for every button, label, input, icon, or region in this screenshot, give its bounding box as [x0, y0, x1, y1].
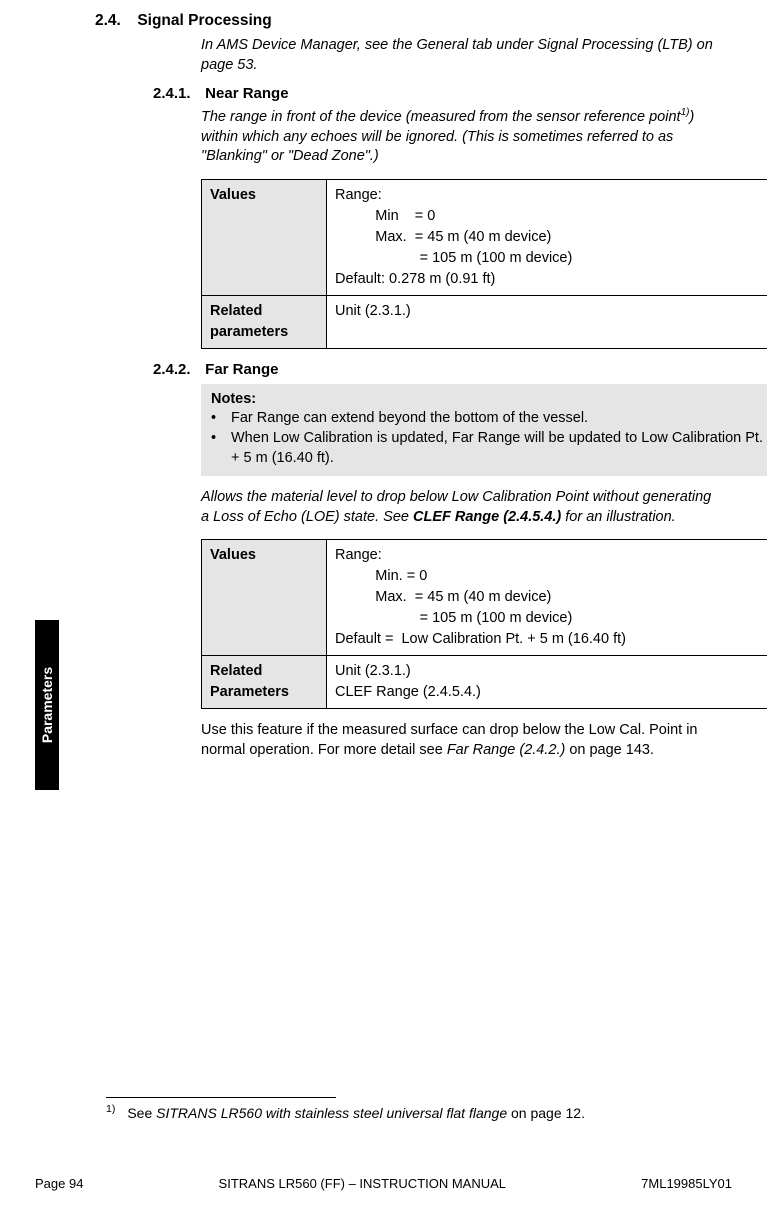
table-near-range: Values Range: Min = 0 Max. = 45 m (40 m …	[201, 179, 767, 349]
intro-2-4: In AMS Device Manager, see the General t…	[201, 36, 722, 75]
footnote-separator	[106, 1097, 336, 1098]
cell-related-content: Unit (2.3.1.) CLEF Range (2.4.5.4.)	[327, 656, 767, 709]
note-item: •When Low Calibration is updated, Far Ra…	[211, 429, 767, 468]
heading-num: 2.4.1.	[153, 85, 201, 102]
heading-num: 2.4.2.	[153, 361, 201, 378]
note-item: •Far Range can extend beyond the bottom …	[211, 409, 767, 429]
cell-related-label: Related Parameters	[202, 656, 327, 709]
cell-values-content: Range: Min. = 0 Max. = 45 m (40 m device…	[327, 540, 767, 656]
page-number: Page 94	[35, 1176, 83, 1191]
heading-title: Far Range	[205, 361, 278, 378]
heading-2-4: 2.4. Signal Processing	[95, 12, 732, 30]
page-footer: Page 94 SITRANS LR560 (FF) – INSTRUCTION…	[0, 1176, 767, 1206]
notes-box: Notes: •Far Range can extend beyond the …	[201, 384, 767, 476]
notes-title: Notes:	[211, 390, 767, 410]
cell-values-content: Range: Min = 0 Max. = 45 m (40 m device)…	[327, 179, 767, 295]
heading-num: 2.4.	[95, 12, 133, 30]
doc-code: 7ML19985LY01	[641, 1176, 732, 1191]
intro-2-4-2: Allows the material level to drop below …	[201, 488, 722, 527]
side-tab-parameters: Parameters	[35, 620, 59, 790]
cell-values-label: Values	[202, 540, 327, 656]
heading-2-4-2: 2.4.2. Far Range	[153, 361, 732, 378]
heading-title: Signal Processing	[137, 12, 271, 29]
bullet-icon: •	[211, 409, 231, 429]
bullet-icon: •	[211, 429, 231, 468]
footnote-1: 1) See SITRANS LR560 with stainless stee…	[106, 1104, 767, 1122]
cell-related-label: Related parameters	[202, 295, 327, 348]
heading-title: Near Range	[205, 85, 288, 102]
heading-2-4-1: 2.4.1. Near Range	[153, 85, 732, 102]
side-tab-label: Parameters	[39, 667, 55, 743]
after-2-4-2: Use this feature if the measured surface…	[201, 721, 722, 760]
table-far-range: Values Range: Min. = 0 Max. = 45 m (40 m…	[201, 539, 767, 709]
intro-2-4-1: The range in front of the device (measur…	[201, 108, 722, 167]
doc-title: SITRANS LR560 (FF) – INSTRUCTION MANUAL	[83, 1176, 641, 1191]
cell-values-label: Values	[202, 179, 327, 295]
cell-related-content: Unit (2.3.1.)	[327, 295, 767, 348]
